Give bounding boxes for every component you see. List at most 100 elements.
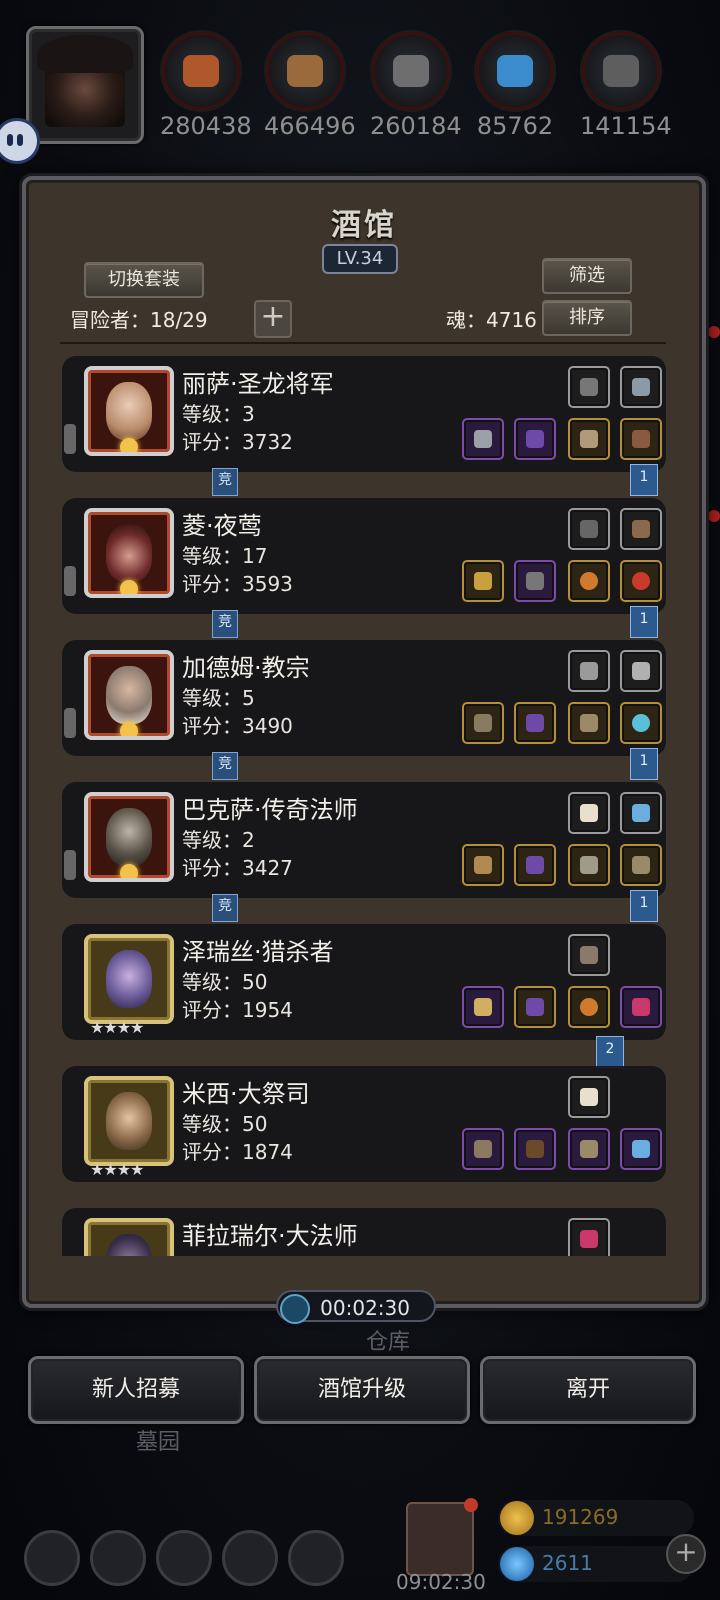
gauntlet-icon[interactable] xyxy=(568,1128,610,1170)
hero-score: 评分：1954 xyxy=(182,998,293,1022)
hero-name: 加德姆·教宗 xyxy=(182,654,310,682)
scepter-icon[interactable] xyxy=(462,560,504,602)
timer-text: 00:02:30 xyxy=(320,1296,410,1320)
chat-bubble-icon[interactable] xyxy=(0,118,40,164)
helmet-icon[interactable] xyxy=(514,844,556,886)
dagger-icon[interactable] xyxy=(568,650,610,692)
hero-portrait xyxy=(84,1076,174,1166)
warehouse-label: 仓库 xyxy=(366,1330,411,1355)
team-ribbon: 1 xyxy=(630,748,658,780)
gift-icon[interactable] xyxy=(406,1498,478,1576)
boots-icon[interactable] xyxy=(620,418,662,460)
hero-level: 等级：17 xyxy=(182,544,268,568)
ring-icon[interactable] xyxy=(568,560,610,602)
spear-icon[interactable] xyxy=(462,986,504,1028)
event-timer: 09:02:30 xyxy=(396,1570,486,1594)
hero-card[interactable]: 加德姆·教宗 等级：5 评分：3490 竞 1 xyxy=(60,640,666,780)
notification-dot xyxy=(708,326,720,338)
hero-score: 评分：3427 xyxy=(182,856,293,880)
upgrade-tavern-button[interactable]: 酒馆升级 xyxy=(254,1356,470,1424)
claw-icon[interactable] xyxy=(568,792,610,834)
hero-portrait xyxy=(84,508,174,598)
cloak-icon[interactable] xyxy=(514,1128,556,1170)
refresh-timer: 00:02:30 xyxy=(276,1290,436,1324)
recruit-button[interactable]: 新人招募 xyxy=(28,1356,244,1424)
amulet-icon[interactable] xyxy=(620,560,662,602)
star-rating: ★★★★ xyxy=(90,1018,144,1037)
hero-name: 巴克萨·传奇法师 xyxy=(182,796,358,824)
hero-card[interactable]: 菱·夜莺 等级：17 评分：3593 竞 1 xyxy=(60,498,666,638)
team-ribbon: 2 xyxy=(596,1036,624,1068)
awaken-icon xyxy=(120,722,138,736)
switch-outfit-button[interactable]: 切换套装 xyxy=(84,262,204,298)
arena-tag: 竞 xyxy=(212,752,238,780)
hero-card[interactable]: 丽萨·圣龙将军 等级：3 评分：3732 竞 1 xyxy=(60,356,666,496)
clock-icon xyxy=(280,1294,310,1324)
armor-slot-icon[interactable] xyxy=(568,366,610,408)
star-icon[interactable] xyxy=(90,1530,146,1586)
orb-icon[interactable] xyxy=(620,702,662,744)
player-avatar[interactable] xyxy=(26,26,144,144)
gauntlet-icon[interactable] xyxy=(620,844,662,886)
mail-icon[interactable] xyxy=(222,1530,278,1586)
potion-icon[interactable] xyxy=(620,986,662,1028)
shield-icon[interactable] xyxy=(568,418,610,460)
resource-meat[interactable]: 280438 xyxy=(160,32,252,140)
hero-card[interactable]: 巴克萨·传奇法师 等级：2 评分：3427 竞 1 xyxy=(60,782,666,922)
resource-iron-value: 260184 xyxy=(370,112,462,140)
armor-slot-icon[interactable] xyxy=(568,508,610,550)
gold-value: 191269 xyxy=(542,1505,619,1529)
settings-icon[interactable] xyxy=(24,1530,80,1586)
gem-currency: 2611 xyxy=(498,1546,694,1582)
resource-wood[interactable]: 466496 xyxy=(264,32,356,140)
hero-card[interactable]: ★★★★ 米西·大祭司 等级：50 评分：1874 xyxy=(60,1066,666,1182)
hero-card[interactable]: ★★★★ 泽瑞丝·猎杀者 等级：50 评分：1954 2 xyxy=(60,924,666,1068)
tavern-panel: 酒馆 LV.34 切换套装 筛选 排序 冒险者：18/29 + 魂：4716 丽… xyxy=(22,176,706,1308)
tavern-level: LV.34 xyxy=(322,244,398,274)
helmet-icon[interactable] xyxy=(514,702,556,744)
hero-name: 米西·大祭司 xyxy=(182,1080,310,1108)
hero-portrait xyxy=(84,934,174,1024)
filter-button[interactable]: 筛选 xyxy=(542,258,632,294)
hero-score: 评分：3490 xyxy=(182,714,293,738)
wood-icon xyxy=(287,55,323,87)
ring-icon[interactable] xyxy=(568,986,610,1028)
resource-iron[interactable]: 260184 xyxy=(370,32,462,140)
hammer-icon[interactable] xyxy=(462,1128,504,1170)
runner-icon xyxy=(64,850,76,880)
globe-icon[interactable] xyxy=(288,1530,344,1586)
hero-card[interactable]: 菲拉瑞尔·大法师 xyxy=(60,1208,666,1256)
chest-armor-icon[interactable] xyxy=(514,560,556,602)
leave-button[interactable]: 离开 xyxy=(480,1356,696,1424)
meat-icon xyxy=(183,55,219,87)
shield-icon[interactable] xyxy=(568,934,610,976)
add-currency-button[interactable]: + xyxy=(666,1534,706,1574)
gauntlet-icon[interactable] xyxy=(568,702,610,744)
hero-name: 泽瑞丝·猎杀者 xyxy=(182,938,334,966)
sort-button[interactable]: 排序 xyxy=(542,300,632,336)
avatar-hat xyxy=(37,35,133,73)
spear-icon[interactable] xyxy=(462,418,504,460)
castle-icon[interactable] xyxy=(156,1530,212,1586)
resource-crystal[interactable]: 85762 xyxy=(474,32,556,140)
runner-icon xyxy=(64,566,76,596)
crystal-shard-icon[interactable] xyxy=(620,792,662,834)
hero-list[interactable]: 丽萨·圣龙将军 等级：3 评分：3732 竞 1 菱·夜莺 等级：17 评分：3… xyxy=(60,356,666,1256)
hammer-icon[interactable] xyxy=(462,702,504,744)
staff-icon[interactable] xyxy=(620,508,662,550)
add-adventurer-button[interactable]: + xyxy=(254,300,292,338)
staff-icon[interactable] xyxy=(462,844,504,886)
armor-slot-icon[interactable] xyxy=(620,366,662,408)
dagger-icon[interactable] xyxy=(620,650,662,692)
divider xyxy=(60,342,666,344)
claw-icon[interactable] xyxy=(568,1076,610,1118)
crystal-shard-icon[interactable] xyxy=(620,1128,662,1170)
potion-icon[interactable] xyxy=(568,1218,610,1256)
crystal-icon xyxy=(497,55,533,87)
helmet-icon[interactable] xyxy=(514,986,556,1028)
resource-stone[interactable]: 141154 xyxy=(580,32,672,140)
hero-name: 菲拉瑞尔·大法师 xyxy=(182,1222,358,1250)
helmet-icon[interactable] xyxy=(514,418,556,460)
armor-icon[interactable] xyxy=(568,844,610,886)
arena-tag: 竞 xyxy=(212,468,238,496)
